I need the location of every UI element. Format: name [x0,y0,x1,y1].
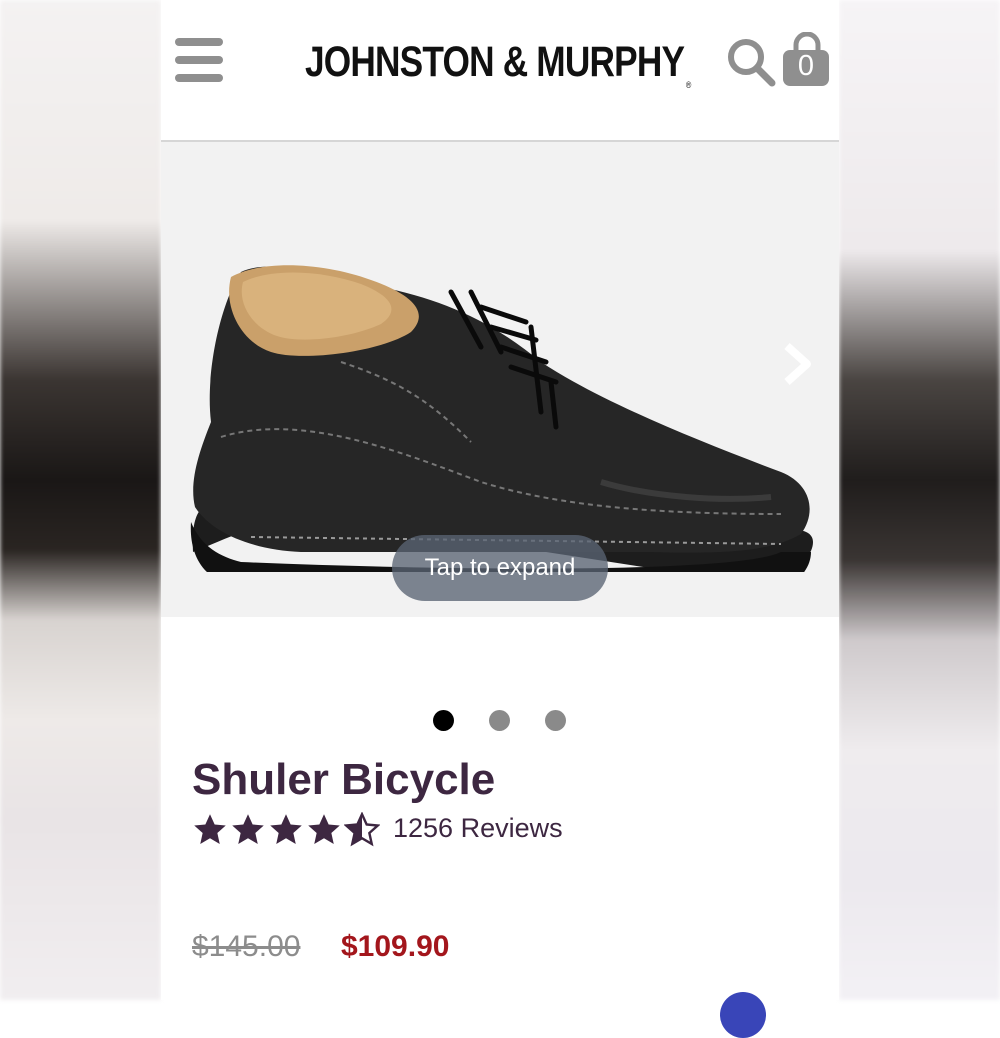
half-star-icon [344,812,380,847]
shopping-bag-icon[interactable]: 0 [781,31,833,88]
chat-button[interactable] [720,992,766,1038]
pagination-dot-2[interactable] [489,710,510,731]
star-icon [194,814,226,844]
brand-logo[interactable]: JOHNSTON & MURPHY ® [305,38,691,90]
original-price: $145.00 [192,930,301,963]
site-header: JOHNSTON & MURPHY ® 0 [161,0,839,142]
pagination-dot-1[interactable] [433,710,454,731]
star-icon [308,814,340,844]
mobile-page: JOHNSTON & MURPHY ® 0 Tap to expand Shul… [161,0,839,1000]
star-icon [232,814,264,844]
sale-price: $109.90 [341,930,450,963]
background-right-blur [839,0,1000,1000]
gallery-pagination [433,710,573,732]
star-icon [270,814,302,844]
search-icon[interactable] [725,36,777,88]
product-title: Shuler Bicycle [192,755,496,804]
registered-mark: ® [685,80,691,90]
hamburger-menu-icon[interactable] [175,38,223,82]
product-image-shoe [190,265,813,572]
rating-stars[interactable] [192,810,382,850]
chevron-right-icon[interactable] [779,342,813,386]
background-left-blur [0,0,161,1000]
brand-name: JOHNSTON & MURPHY [305,38,685,86]
cart-count: 0 [797,50,815,82]
tap-to-expand-hint[interactable]: Tap to expand [392,535,608,601]
reviews-count-link[interactable]: 1256 Reviews [393,813,563,844]
pagination-dot-3[interactable] [545,710,566,731]
product-image-gallery[interactable]: Tap to expand [161,142,839,617]
